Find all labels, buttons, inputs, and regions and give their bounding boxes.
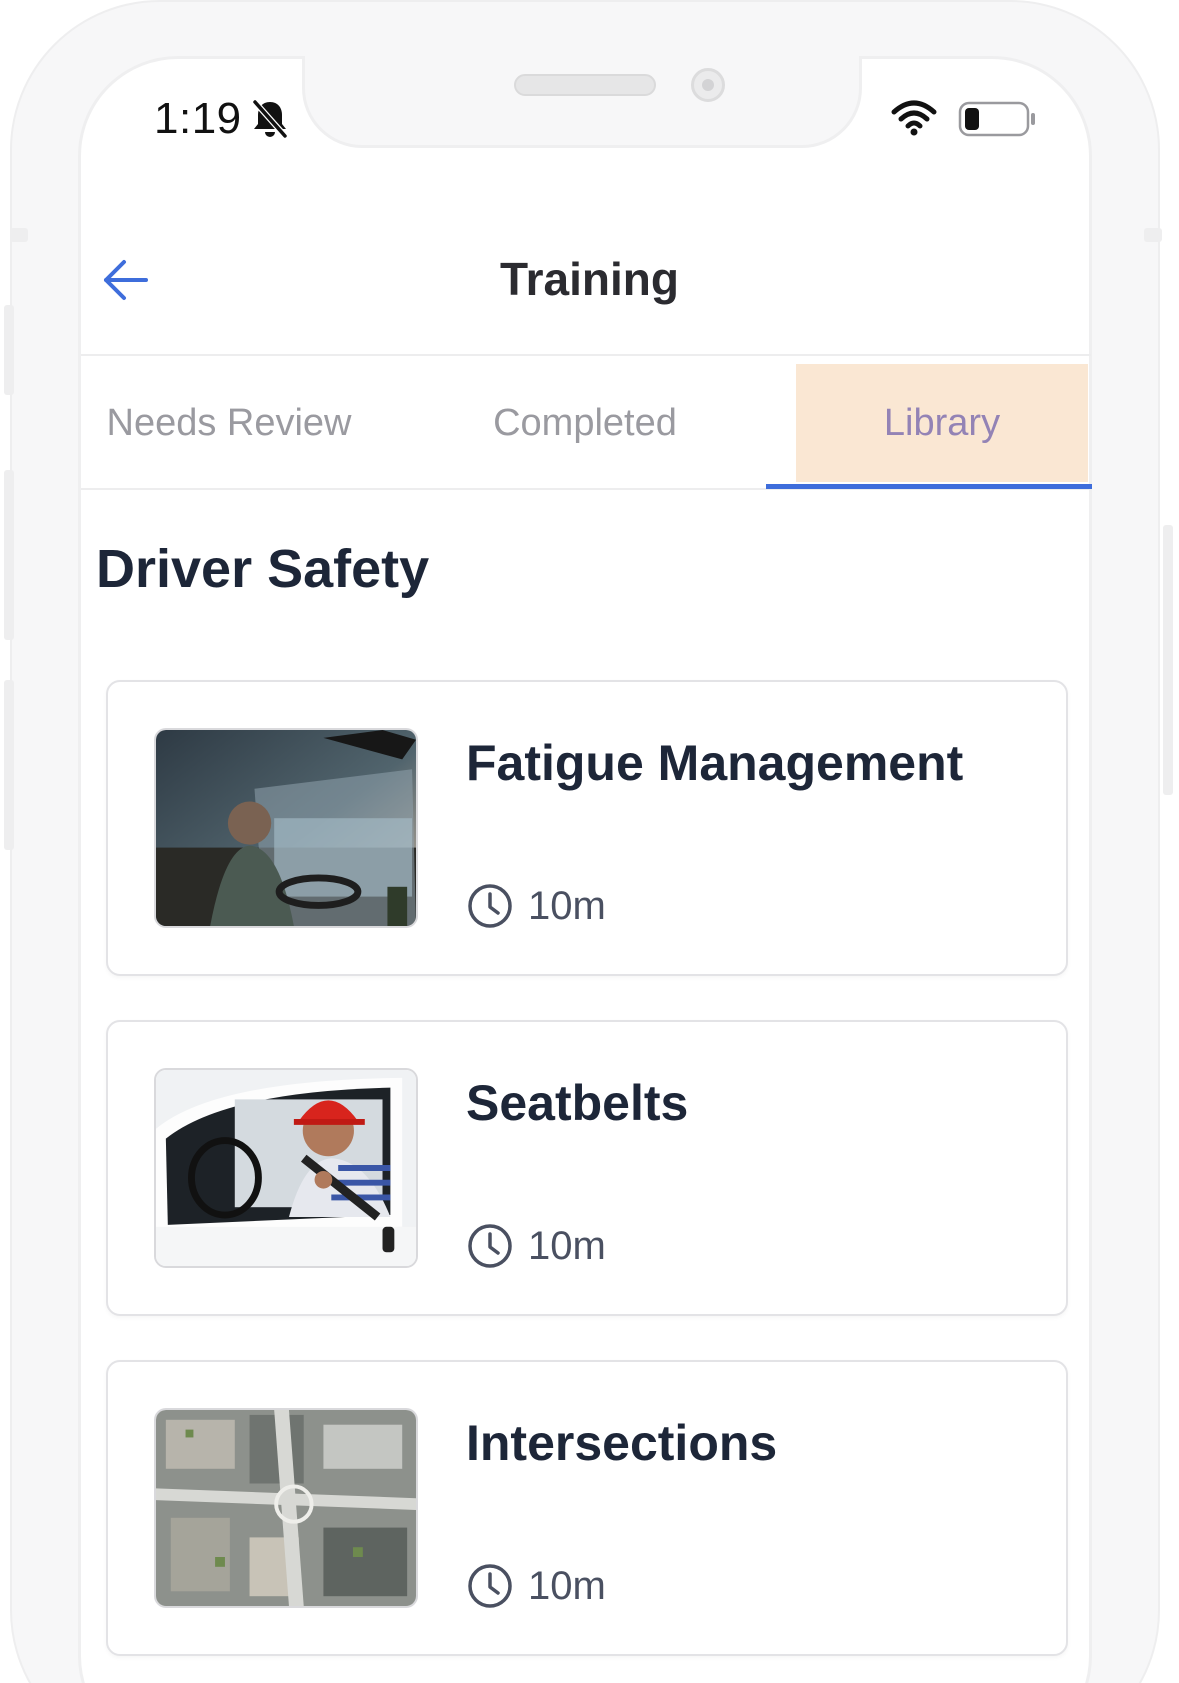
page-title: Training: [500, 253, 679, 305]
earpiece-speaker: [514, 74, 656, 96]
side-button-left-3: [4, 680, 14, 850]
header-divider: [81, 354, 1091, 356]
duration-label: 10m: [528, 1223, 606, 1268]
course-thumbnail: [154, 1408, 418, 1608]
course-title: Seatbelts: [466, 1075, 689, 1131]
clock-icon: [468, 1564, 512, 1608]
tab-completed[interactable]: Completed: [440, 364, 730, 482]
course-card-intersections[interactable]: Intersections 10m: [106, 1360, 1068, 1656]
side-button-left-1: [4, 305, 14, 395]
status-time: 1:19: [154, 94, 242, 143]
course-thumbnail: [154, 728, 418, 928]
side-button-left-2: [4, 470, 14, 640]
side-button-right: [1163, 525, 1173, 795]
course-duration: 10m: [466, 1222, 606, 1270]
notch: [302, 56, 862, 148]
course-thumbnail: [154, 1068, 418, 1268]
tab-needs-review[interactable]: Needs Review: [81, 364, 377, 482]
duration-label: 10m: [528, 883, 606, 928]
clock-icon: [468, 1224, 512, 1268]
section-title: Driver Safety: [96, 539, 430, 599]
course-duration: 10m: [466, 882, 606, 930]
wifi-icon: [891, 100, 937, 136]
clock-icon: [468, 884, 512, 928]
course-card-fatigue-management[interactable]: Fatigue Management 10m: [106, 680, 1068, 976]
course-card-seatbelts[interactable]: Seatbelts 10m: [106, 1020, 1068, 1316]
front-camera: [691, 68, 725, 102]
course-title: Fatigue Management: [466, 735, 964, 791]
course-duration: 10m: [466, 1562, 606, 1610]
antenna-band-right: [1144, 228, 1162, 242]
course-title: Intersections: [466, 1415, 778, 1471]
app-screenshot: 1:19 Training Needs Review Completed Lib…: [0, 0, 1179, 1683]
tab-library[interactable]: Library: [796, 364, 1088, 482]
duration-label: 10m: [528, 1563, 606, 1608]
active-tab-indicator: [766, 484, 1092, 489]
antenna-band-left: [10, 228, 28, 242]
bell-slash-icon: [251, 99, 289, 139]
battery-icon: [958, 101, 1035, 137]
